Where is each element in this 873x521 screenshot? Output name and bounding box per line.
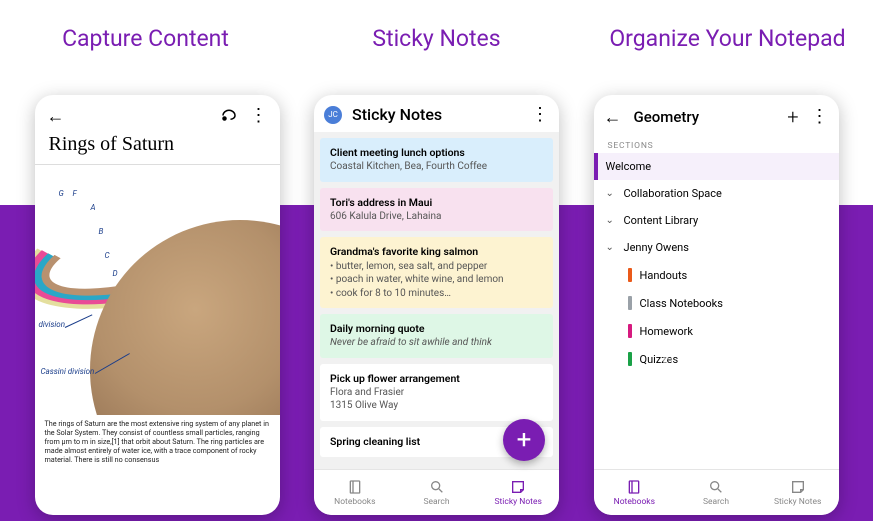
note-title: Client meeting lunch options — [330, 146, 543, 160]
label-cassini: Cassini division — [41, 367, 95, 376]
search-icon — [429, 479, 445, 495]
color-tab-icon — [628, 268, 632, 282]
section-library[interactable]: ⌄ Content Library — [594, 207, 839, 234]
section-jenny[interactable]: ⌄ Jenny Owens — [594, 234, 839, 261]
phone-organize: ← Geometry + ⋮ SECTIONS Welcome ⌄ Collab… — [594, 95, 839, 515]
label-f: F — [73, 189, 77, 198]
section-collab[interactable]: ⌄ Collaboration Space — [594, 180, 839, 207]
saturn-illustration: G F A B C D division Cassini division — [35, 165, 280, 415]
notebook-icon — [626, 479, 642, 495]
header-row: Capture Content Sticky Notes Organize Yo… — [0, 25, 873, 52]
more-icon[interactable]: ⋮ — [250, 111, 268, 121]
section-label: Content Library — [624, 214, 699, 227]
sticky-note-icon — [790, 479, 806, 495]
label-d: D — [113, 269, 118, 278]
nav-search[interactable]: Search — [675, 470, 757, 515]
note-title: Daily morning quote — [330, 322, 543, 336]
nav-search[interactable]: Search — [396, 470, 478, 515]
bottom-nav: Notebooks Search Sticky Notes — [594, 469, 839, 515]
section-label: Class Notebooks — [640, 297, 723, 310]
add-note-fab[interactable]: + — [503, 419, 545, 461]
back-icon[interactable]: ← — [47, 106, 65, 127]
section-label: Homework — [640, 325, 693, 338]
nav-notebooks[interactable]: Notebooks — [594, 470, 676, 515]
add-icon[interactable]: + — [787, 105, 798, 129]
note-item[interactable]: Client meeting lunch options Coastal Kit… — [320, 138, 553, 182]
note-item[interactable]: Pick up flower arrangement Flora and Fra… — [320, 364, 553, 421]
back-icon[interactable]: ← — [604, 107, 622, 128]
label-division: division — [39, 320, 66, 329]
more-icon[interactable]: ⋮ — [811, 112, 829, 122]
section-label: Quizzes — [640, 353, 679, 366]
sections-heading: SECTIONS — [594, 137, 839, 153]
chevron-down-icon: ⌄ — [606, 215, 616, 226]
nav-label: Notebooks — [334, 497, 375, 507]
section-label: Handouts — [640, 269, 688, 282]
section-welcome[interactable]: Welcome — [594, 153, 839, 180]
note-body: Flora and Frasier 1315 Olive Way — [330, 386, 543, 413]
color-tab-icon — [628, 352, 632, 366]
nav-notebooks[interactable]: Notebooks — [314, 470, 396, 515]
phone-capture: ← ⋮ Rings of Saturn G F A B C D division… — [35, 95, 280, 515]
nav-label: Sticky Notes — [494, 497, 541, 507]
note-item[interactable]: Grandma's favorite king salmon • butter,… — [320, 237, 553, 308]
note-title[interactable]: Rings of Saturn — [35, 127, 280, 160]
section-homework[interactable]: Homework — [594, 317, 839, 345]
note-paragraph[interactable]: The rings of Saturn are the most extensi… — [35, 415, 280, 464]
lasso-select-icon[interactable] — [220, 105, 238, 127]
section-list: Welcome ⌄ Collaboration Space ⌄ Content … — [594, 153, 839, 373]
nav-label: Notebooks — [614, 497, 655, 507]
header-sticky: Sticky Notes — [291, 25, 582, 52]
nav-label: Search — [423, 497, 449, 507]
section-handouts[interactable]: Handouts — [594, 261, 839, 289]
section-label: Jenny Owens — [624, 241, 689, 254]
section-label: Welcome — [606, 160, 652, 173]
avatar[interactable]: JC — [324, 106, 342, 124]
header-capture: Capture Content — [0, 25, 291, 52]
header-organize: Organize Your Notepad — [582, 25, 873, 52]
notebook-title: Geometry — [634, 108, 776, 126]
label-c: C — [105, 251, 110, 260]
note-body: Coastal Kitchen, Bea, Fourth Coffee — [330, 160, 543, 174]
nav-sticky[interactable]: Sticky Notes — [757, 470, 839, 515]
note-item[interactable]: Tori's address in Maui 606 Kalula Drive,… — [320, 188, 553, 232]
nav-label: Search — [703, 497, 729, 507]
chevron-down-icon: ⌄ — [606, 188, 616, 199]
section-label: Collaboration Space — [624, 187, 722, 200]
label-a: A — [91, 203, 96, 212]
note-body: • butter, lemon, sea salt, and pepper • … — [330, 260, 543, 301]
note-body: 606 Kalula Drive, Lahaina — [330, 210, 543, 224]
chevron-down-icon: ⌄ — [606, 242, 616, 253]
note-title: Pick up flower arrangement — [330, 372, 543, 386]
phone2-title: Sticky Notes — [352, 105, 521, 124]
section-classnb[interactable]: Class Notebooks — [594, 289, 839, 317]
label-b: B — [99, 227, 104, 236]
note-title: Tori's address in Maui — [330, 196, 543, 210]
nav-sticky[interactable]: Sticky Notes — [477, 470, 559, 515]
note-item[interactable]: Daily morning quote Never be afraid to s… — [320, 314, 553, 358]
nav-label: Sticky Notes — [774, 497, 821, 507]
color-tab-icon — [628, 324, 632, 338]
notebook-icon — [347, 479, 363, 495]
color-tab-icon — [628, 296, 632, 310]
section-quizzes[interactable]: Quizzes — [594, 345, 839, 373]
annotation-line — [64, 314, 92, 328]
note-title: Grandma's favorite king salmon — [330, 245, 543, 259]
phone2-header: JC Sticky Notes ⋮ — [314, 95, 559, 132]
sticky-note-icon — [510, 479, 526, 495]
bottom-nav: Notebooks Search Sticky Notes — [314, 469, 559, 515]
phone3-header: ← Geometry + ⋮ — [594, 95, 839, 137]
phone-sticky: JC Sticky Notes ⋮ Client meeting lunch o… — [314, 95, 559, 515]
phones-row: ← ⋮ Rings of Saturn G F A B C D division… — [0, 95, 873, 515]
phone1-toolbar: ← ⋮ — [35, 95, 280, 127]
note-body: Never be afraid to sit awhile and think — [330, 336, 543, 350]
more-icon[interactable]: ⋮ — [531, 110, 549, 120]
search-icon — [708, 479, 724, 495]
label-g: G — [59, 189, 64, 198]
